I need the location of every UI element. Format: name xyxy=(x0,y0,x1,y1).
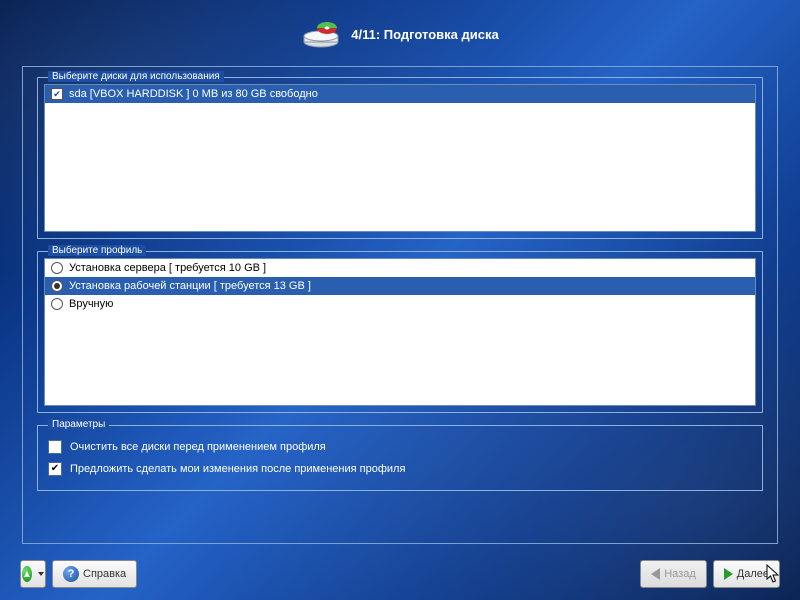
params-fieldset: Параметры Очистить все диски перед приме… xyxy=(37,425,763,491)
menu-button[interactable]: ▲ xyxy=(20,560,46,588)
back-button[interactable]: Назад xyxy=(640,560,707,588)
profile-label: Вручную xyxy=(69,298,113,310)
params-legend: Параметры xyxy=(48,419,109,430)
param-row-review[interactable]: Предложить сделать мои изменения после п… xyxy=(46,458,754,480)
help-button[interactable]: ? Справка xyxy=(52,560,137,588)
wipe-checkbox[interactable] xyxy=(48,440,62,454)
profile-label: Установка рабочей станции [ требуется 13… xyxy=(69,280,311,292)
arrow-left-icon xyxy=(651,568,660,580)
back-label: Назад xyxy=(664,568,696,580)
profile-fieldset: Выберите профиль Установка сервера [ тре… xyxy=(37,251,763,413)
main-panel: Выберите диски для использования sda [VB… xyxy=(22,66,778,544)
param-label: Очистить все диски перед применением про… xyxy=(70,441,326,453)
disks-legend: Выберите диски для использования xyxy=(48,71,224,82)
chevron-down-icon xyxy=(38,572,44,576)
profile-row-workstation[interactable]: Установка рабочей станции [ требуется 13… xyxy=(45,277,755,295)
disk-icon xyxy=(301,20,341,48)
help-label: Справка xyxy=(83,568,126,580)
profile-label: Установка сервера [ требуется 10 GB ] xyxy=(69,262,266,274)
param-label: Предложить сделать мои изменения после п… xyxy=(70,463,405,475)
page-title: 4/11: Подготовка диска xyxy=(351,27,498,42)
next-label: Далее xyxy=(737,568,769,580)
wizard-header: 4/11: Подготовка диска xyxy=(0,0,800,64)
disk-checkbox[interactable] xyxy=(51,88,63,100)
profile-radio[interactable] xyxy=(51,280,63,292)
disks-listbox[interactable]: sda [VBOX HARDDISK ] 0 MB из 80 GB свобо… xyxy=(44,84,756,232)
profile-row-server[interactable]: Установка сервера [ требуется 10 GB ] xyxy=(45,259,755,277)
review-checkbox[interactable] xyxy=(48,462,62,476)
param-row-wipe[interactable]: Очистить все диски перед применением про… xyxy=(46,436,754,458)
up-arrow-icon: ▲ xyxy=(22,566,32,582)
footer-bar: ▲ ? Справка Назад Далее xyxy=(20,560,780,588)
profile-listbox[interactable]: Установка сервера [ требуется 10 GB ] Ус… xyxy=(44,258,756,406)
disks-fieldset: Выберите диски для использования sda [VB… xyxy=(37,77,763,239)
help-icon: ? xyxy=(63,566,79,582)
next-button[interactable]: Далее xyxy=(713,560,780,588)
profile-radio[interactable] xyxy=(51,262,63,274)
disk-label: sda [VBOX HARDDISK ] 0 MB из 80 GB свобо… xyxy=(69,88,318,100)
disk-row[interactable]: sda [VBOX HARDDISK ] 0 MB из 80 GB свобо… xyxy=(45,85,755,103)
arrow-right-icon xyxy=(724,568,733,580)
profile-row-manual[interactable]: Вручную xyxy=(45,295,755,313)
profile-legend: Выберите профиль xyxy=(48,245,146,256)
profile-radio[interactable] xyxy=(51,298,63,310)
